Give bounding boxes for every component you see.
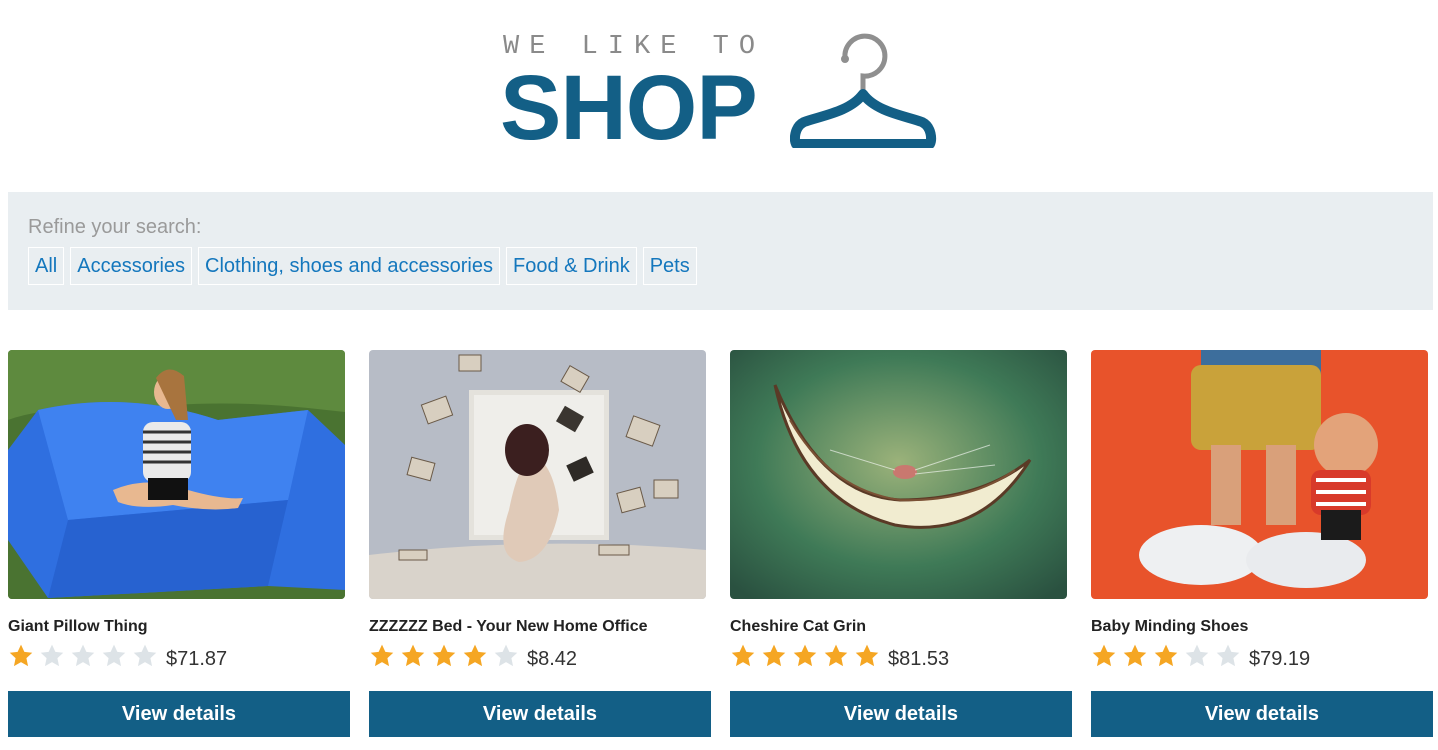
star-icon xyxy=(39,643,70,671)
star-icon xyxy=(1184,643,1215,671)
site-logo[interactable]: WE LIKE TO SHOP xyxy=(500,28,945,154)
product-image[interactable] xyxy=(730,350,1067,599)
star-icon xyxy=(854,643,885,671)
view-details-button[interactable]: View details xyxy=(730,691,1072,737)
star-icon xyxy=(823,643,854,671)
star-icon xyxy=(70,643,101,671)
star-icon xyxy=(730,643,761,671)
product-card: Baby Minding Shoes $79.19 View details xyxy=(1091,350,1433,740)
filter-label: Refine your search: xyxy=(28,216,202,238)
filter-food-drink[interactable]: Food & Drink xyxy=(506,247,637,285)
product-image[interactable] xyxy=(8,350,345,599)
filter-pets[interactable]: Pets xyxy=(642,247,697,285)
product-card: ZZZZZZ Bed - Your New Home Office $8.42 … xyxy=(369,350,711,740)
star-icon xyxy=(1122,643,1153,671)
product-card: Giant Pillow Thing $71.87 View details xyxy=(8,350,350,740)
product-price: $81.53 xyxy=(888,647,950,670)
product-card: Cheshire Cat Grin $81.53 View details xyxy=(730,350,1072,740)
star-icon xyxy=(369,643,400,671)
star-icon xyxy=(493,643,524,671)
star-icon xyxy=(1153,643,1184,671)
product-image[interactable] xyxy=(1091,350,1428,599)
product-name[interactable]: ZZZZZZ Bed - Your New Home Office xyxy=(369,618,648,636)
star-icon xyxy=(400,643,431,671)
view-details-button[interactable]: View details xyxy=(1091,691,1433,737)
baby-shoes-figurine-photo xyxy=(1091,350,1428,599)
star-icon xyxy=(8,643,39,671)
view-details-button[interactable]: View details xyxy=(8,691,350,737)
product-name[interactable]: Giant Pillow Thing xyxy=(8,618,148,636)
product-name[interactable]: Cheshire Cat Grin xyxy=(730,618,866,636)
product-image[interactable] xyxy=(369,350,706,599)
product-price: $71.87 xyxy=(166,647,228,670)
filter-clothing-shoes-accessories[interactable]: Clothing, shoes and accessories xyxy=(198,247,500,285)
star-icon xyxy=(431,643,462,671)
star-icon xyxy=(462,643,493,671)
blue-beanbag-girl-photo xyxy=(8,350,345,599)
product-price: $8.42 xyxy=(527,647,578,670)
star-icon xyxy=(761,643,792,671)
logo-brand: SHOP xyxy=(500,57,758,159)
hanger-icon xyxy=(790,33,936,148)
cheshire-grin-photo xyxy=(730,350,1067,599)
product-rating: $71.87 xyxy=(8,643,227,671)
filter-all[interactable]: All xyxy=(28,247,65,285)
star-icon xyxy=(1215,643,1246,671)
filter-list: All Accessories Clothing, shoes and acce… xyxy=(28,247,697,285)
flying-books-bed-photo xyxy=(369,350,706,599)
product-rating: $81.53 xyxy=(730,643,949,671)
filter-panel: Refine your search: All Accessories Clot… xyxy=(8,192,1433,310)
star-icon xyxy=(1091,643,1122,671)
view-details-button[interactable]: View details xyxy=(369,691,711,737)
star-icon xyxy=(792,643,823,671)
product-rating: $79.19 xyxy=(1091,643,1310,671)
star-icon xyxy=(132,643,163,671)
product-price: $79.19 xyxy=(1249,647,1311,670)
product-rating: $8.42 xyxy=(369,643,577,671)
filter-accessories[interactable]: Accessories xyxy=(70,247,193,285)
star-icon xyxy=(101,643,132,671)
product-name[interactable]: Baby Minding Shoes xyxy=(1091,618,1248,636)
